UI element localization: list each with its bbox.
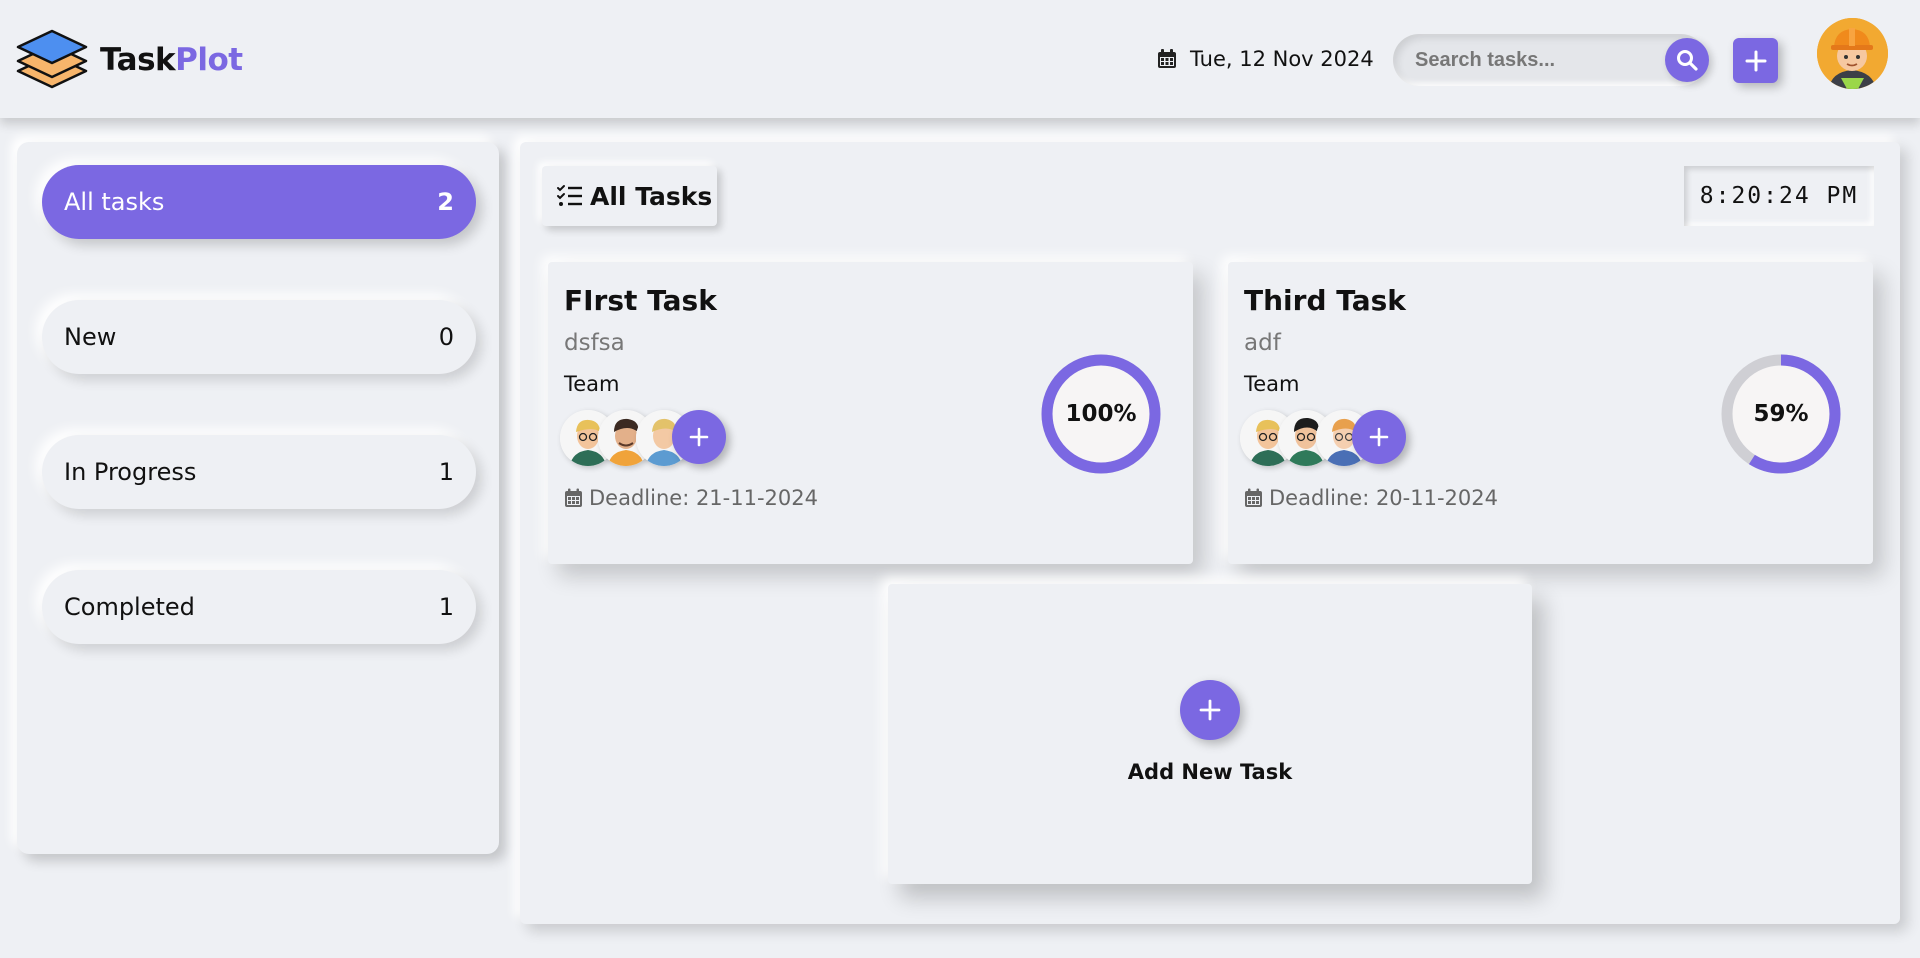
sidebar-item-label: New: [64, 323, 117, 351]
plus-icon: [1369, 427, 1389, 447]
sidebar-item-count: 1: [438, 593, 454, 621]
brand-part-task: Task: [100, 42, 176, 78]
plus-icon: [1745, 50, 1766, 71]
add-task-header-button[interactable]: [1733, 38, 1778, 83]
task-description: adf: [1244, 330, 1281, 356]
team-label: Team: [1244, 372, 1300, 396]
search-box: [1393, 34, 1707, 86]
layers-logo-icon: [16, 29, 88, 89]
calendar-icon: [1158, 49, 1176, 68]
calendar-icon: [1245, 488, 1262, 507]
progress-label: 59%: [1753, 401, 1809, 427]
add-new-task-label: Add New Task: [1127, 760, 1293, 784]
clock-display: 8:20:24 PM: [1684, 166, 1874, 226]
team-label: Team: [564, 372, 620, 396]
sidebar-item-label: All tasks: [64, 188, 165, 216]
task-deadline: Deadline: 21-11-2024: [564, 486, 818, 510]
task-title: Third Task: [1244, 284, 1406, 317]
add-member-button[interactable]: [1352, 410, 1406, 464]
sidebar-item-label: In Progress: [64, 458, 197, 486]
logo[interactable]: TaskPlot: [14, 25, 243, 95]
deadline-text: Deadline: 21-11-2024: [589, 486, 818, 510]
add-new-task-button[interactable]: [1180, 680, 1240, 740]
sidebar-item-count: 1: [438, 458, 454, 486]
task-list-icon: [557, 185, 582, 206]
search-button[interactable]: [1665, 38, 1709, 82]
progress-label: 100%: [1065, 401, 1137, 427]
sidebar-item-all-tasks[interactable]: All tasks 2: [42, 165, 476, 239]
all-tasks-heading[interactable]: All Tasks: [542, 166, 717, 226]
current-date: Tue, 12 Nov 2024: [1156, 47, 1374, 71]
search-input[interactable]: [1415, 46, 1645, 74]
plus-icon: [689, 427, 709, 447]
plus-icon: [1199, 699, 1221, 721]
task-card[interactable]: Third Task adf Team Deadline: 20-11-2024…: [1228, 262, 1873, 564]
task-description: dsfsa: [564, 330, 625, 356]
task-title: FIrst Task: [564, 284, 717, 317]
top-header: TaskPlot Tue, 12 Nov 2024: [0, 0, 1920, 118]
deadline-text: Deadline: 20-11-2024: [1269, 486, 1498, 510]
page-title: All Tasks: [590, 181, 713, 211]
task-deadline: Deadline: 20-11-2024: [1244, 486, 1498, 510]
task-progress-ring: 100%: [1040, 353, 1162, 475]
sidebar: All tasks 2 New 0 In Progress 1 Complete…: [17, 142, 499, 854]
sidebar-item-in-progress[interactable]: In Progress 1: [42, 435, 476, 509]
main-panel: All Tasks 8:20:24 PM FIrst Task dsfsa Te…: [520, 142, 1900, 924]
team-members: [560, 408, 760, 468]
add-member-button[interactable]: [672, 410, 726, 464]
sidebar-item-count: 0: [438, 323, 454, 351]
engineer-avatar-icon: [1817, 18, 1888, 89]
add-new-task-card[interactable]: Add New Task: [888, 584, 1532, 884]
sidebar-item-new[interactable]: New 0: [42, 300, 476, 374]
task-progress-ring: 59%: [1720, 353, 1842, 475]
brand-part-plot: Plot: [175, 42, 243, 78]
sidebar-item-completed[interactable]: Completed 1: [42, 570, 476, 644]
date-text: Tue, 12 Nov 2024: [1190, 47, 1374, 71]
sidebar-item-count: 2: [437, 188, 454, 216]
calendar-icon: [565, 488, 582, 507]
brand-name: TaskPlot: [100, 42, 243, 78]
user-avatar[interactable]: [1817, 18, 1888, 89]
sidebar-item-label: Completed: [64, 593, 195, 621]
search-icon: [1677, 50, 1698, 71]
team-members: [1240, 408, 1440, 468]
task-card[interactable]: FIrst Task dsfsa Team Deadline: 21-11-20…: [548, 262, 1193, 564]
